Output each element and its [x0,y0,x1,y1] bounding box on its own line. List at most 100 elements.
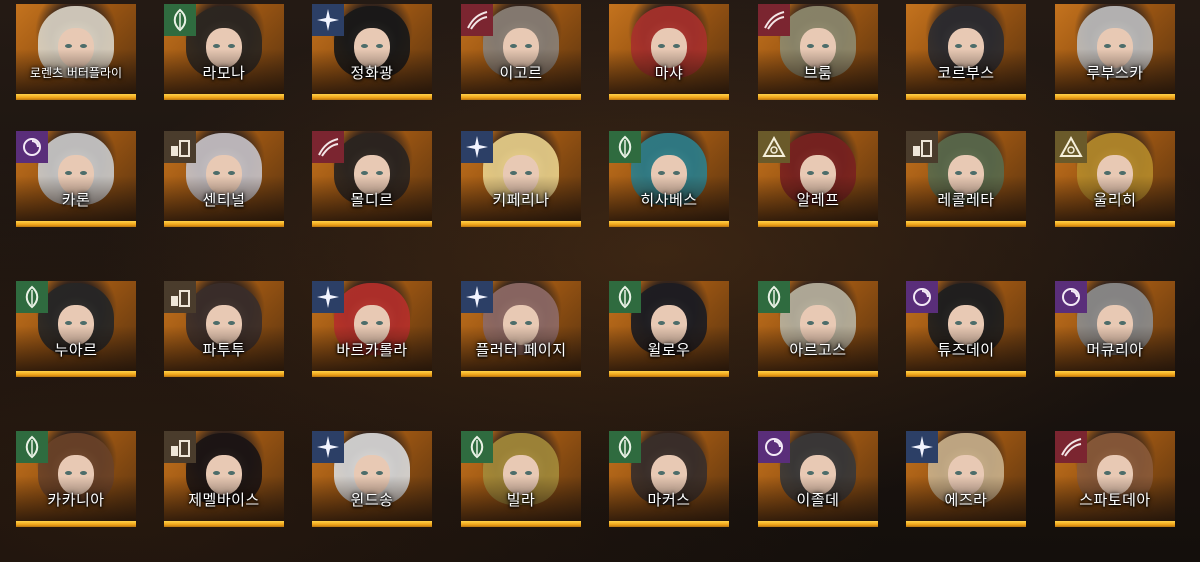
rarity-bar [906,94,1026,100]
character-eye [658,321,665,325]
beast-type-icon [461,4,493,36]
character-card[interactable]: 센티널 [164,131,284,227]
character-card[interactable]: 브룸 [758,4,878,100]
character-card[interactable]: 알레프 [758,131,878,227]
character-card[interactable]: 라모나 [164,4,284,100]
character-name: 에즈라 [944,491,988,509]
character-card[interactable]: 마커스 [609,431,729,527]
character-card[interactable]: 카론 [16,131,136,227]
character-eye [955,471,962,475]
character-eye [510,471,517,475]
character-card[interactable]: 카카니아 [16,431,136,527]
character-eye [673,44,680,48]
character-card[interactable]: 제멜바이스 [164,431,284,527]
mind-type-icon [16,131,48,163]
rarity-bar [16,521,136,527]
character-name: 마커스 [647,491,691,509]
rarity-bar [609,221,729,227]
character-name: 튜즈데이 [937,341,995,359]
character-name: 코르부스 [937,64,995,82]
character-name: 아르고스 [789,341,847,359]
rarity-bar [906,521,1026,527]
character-face [58,28,94,68]
character-eye [376,44,383,48]
character-card[interactable]: 빌라 [461,431,581,527]
character-card[interactable]: 정화광 [312,4,432,100]
character-card[interactable]: 튜즈데이 [906,281,1026,377]
character-eye [970,171,977,175]
character-name: 레콜레타 [937,191,995,209]
character-name: 루부스카 [1086,64,1144,82]
character-name: 파투투 [202,341,246,359]
character-name: 바르카롤라 [336,341,408,359]
character-card[interactable]: 윈드송 [312,431,432,527]
character-card[interactable]: 키페리나 [461,131,581,227]
character-eye [658,44,665,48]
character-eye [80,321,87,325]
leaf-type-icon [609,431,641,463]
character-card[interactable]: 로렌츠 버터플라이 [16,4,136,100]
mind-type-icon [758,431,790,463]
character-eye [1119,44,1126,48]
character-eye [376,171,383,175]
character-card[interactable]: 스파토데아 [1055,431,1175,527]
rarity-bar [1055,521,1175,527]
character-eye [1104,44,1111,48]
rarity-bar [609,371,729,377]
rarity-bar [758,371,878,377]
character-eye [213,171,220,175]
character-name: 윌로우 [647,341,691,359]
leaf-type-icon [609,131,641,163]
sky-type-icon [1055,131,1087,163]
character-eye [228,44,235,48]
rarity-bar [312,371,432,377]
character-card[interactable]: 코르부스 [906,4,1026,100]
character-eye [525,44,532,48]
character-eye [807,321,814,325]
character-eye [65,171,72,175]
leaf-type-icon [164,4,196,36]
character-card[interactable]: 에즈라 [906,431,1026,527]
rarity-bar [1055,94,1175,100]
character-card[interactable]: 울리히 [1055,131,1175,227]
character-card[interactable]: 바르카롤라 [312,281,432,377]
character-name: 몰디르 [350,191,394,209]
star-type-icon [312,4,344,36]
character-eye [658,471,665,475]
rarity-bar [461,521,581,527]
mind-type-icon [906,281,938,313]
character-card[interactable]: 윌로우 [609,281,729,377]
character-card[interactable]: 이고르 [461,4,581,100]
spirit-type-icon [164,281,196,313]
character-name: 히사베스 [640,191,698,209]
character-card[interactable]: 아르고스 [758,281,878,377]
beast-type-icon [1055,431,1087,463]
character-name: 윈드송 [350,491,394,509]
character-card[interactable]: 마샤 [609,4,729,100]
character-card[interactable]: 몰디르 [312,131,432,227]
character-card[interactable]: 루부스카 [1055,4,1175,100]
rarity-bar [16,221,136,227]
character-eye [213,471,220,475]
character-eye [807,471,814,475]
character-name: 센티널 [202,191,246,209]
rarity-bar [312,221,432,227]
character-eye [376,471,383,475]
character-card[interactable]: 파투투 [164,281,284,377]
character-eye [822,171,829,175]
character-card[interactable]: 플러터 페이지 [461,281,581,377]
character-name: 브룸 [803,64,833,82]
character-card[interactable]: 레콜레타 [906,131,1026,227]
rarity-bar [906,221,1026,227]
character-eye [228,471,235,475]
character-card[interactable]: 머큐리아 [1055,281,1175,377]
character-card[interactable]: 누아르 [16,281,136,377]
leaf-type-icon [16,431,48,463]
rarity-bar [312,94,432,100]
character-name: 정화광 [350,64,394,82]
character-card[interactable]: 히사베스 [609,131,729,227]
character-eye [525,321,532,325]
character-eye [658,171,665,175]
character-card[interactable]: 이졸데 [758,431,878,527]
character-eye [822,321,829,325]
